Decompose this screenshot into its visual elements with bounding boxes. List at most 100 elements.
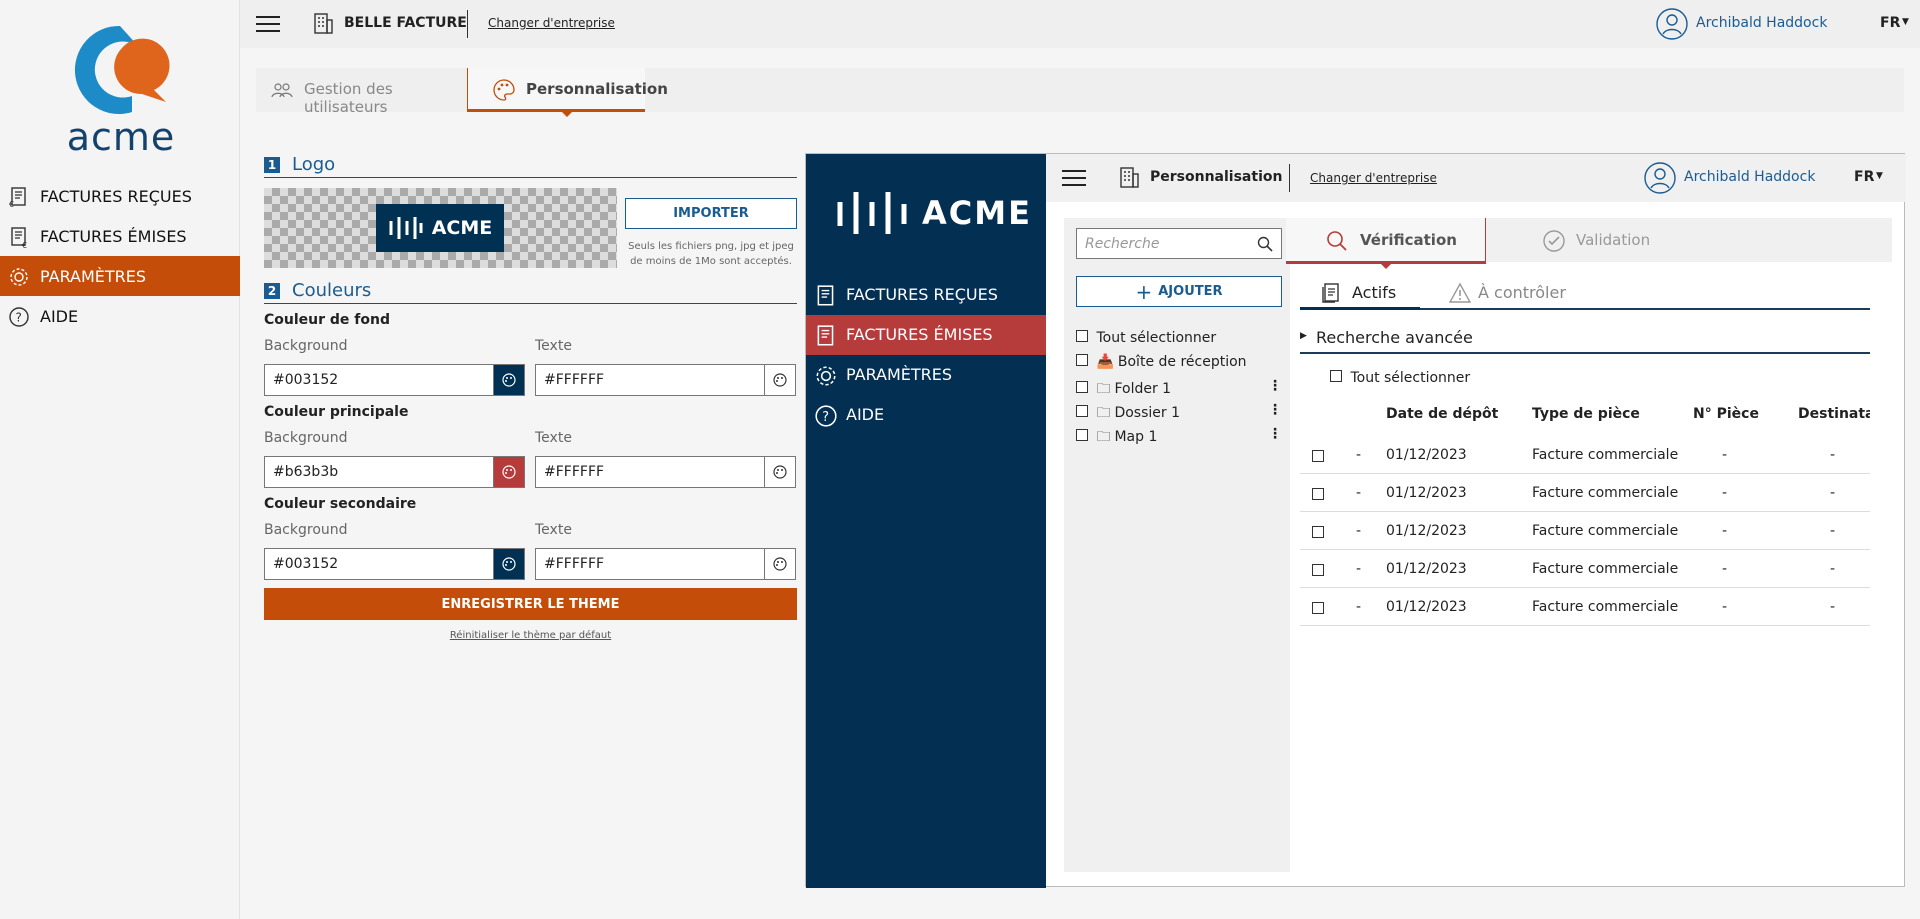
checkbox[interactable]	[1312, 564, 1324, 576]
table-cell: -	[1830, 485, 1836, 501]
preview-nav-factures-emises[interactable]: FACTURES ÉMISES	[806, 315, 1046, 355]
reset-theme-link[interactable]: Réinitialiser le thème par défaut	[264, 630, 797, 641]
sidebar-item-parametres[interactable]: PARAMÈTRES	[0, 256, 240, 296]
text-color-input[interactable]: #FFFFFF	[535, 456, 765, 488]
table-row[interactable]: - 01/12/2023 Facture commerciale - -	[1300, 588, 1870, 626]
checkbox[interactable]	[1076, 429, 1088, 441]
tab-personnalisation[interactable]: Personnalisation	[467, 68, 668, 112]
column-header[interactable]: Type de pièce	[1532, 406, 1640, 422]
table-cell: -	[1356, 523, 1362, 539]
user-avatar-icon[interactable]	[1644, 162, 1676, 194]
more-options-icon[interactable]: ⋮	[1268, 426, 1282, 442]
text-label: Texte	[535, 430, 572, 446]
background-color-input[interactable]: #b63b3b	[264, 456, 494, 488]
tab-validation[interactable]: Validation	[1496, 218, 1696, 262]
text-color-input[interactable]: #FFFFFF	[535, 548, 765, 580]
background-color-input[interactable]: #003152	[264, 364, 494, 396]
hamburger-menu-icon[interactable]	[256, 15, 280, 33]
theme-preview: ACME FACTURES REÇUES FACTURES ÉMISES PAR…	[805, 153, 1906, 888]
user-name[interactable]: Archibald Haddock	[1696, 15, 1827, 31]
checkbox[interactable]	[1330, 370, 1342, 382]
color-picker-button[interactable]	[764, 364, 796, 396]
sidebar-item-label: AIDE	[40, 307, 79, 326]
column-header[interactable]: Destinatai	[1798, 406, 1870, 422]
hamburger-menu-icon[interactable]	[1062, 169, 1086, 187]
checkbox[interactable]	[1312, 450, 1324, 462]
preview-nav-label: FACTURES REÇUES	[846, 285, 998, 304]
checkbox[interactable]	[1076, 405, 1088, 417]
change-company-link[interactable]: Changer d'entreprise	[488, 16, 615, 30]
add-button[interactable]: + AJOUTER	[1076, 276, 1282, 307]
search-placeholder: Recherche	[1085, 236, 1160, 252]
tree-item-folder[interactable]: 🗀 Dossier 1 ⋮	[1076, 402, 1282, 426]
checkbox[interactable]	[1076, 354, 1088, 366]
language-selector[interactable]: FR	[1880, 15, 1900, 31]
preview-nav-factures-recues[interactable]: FACTURES REÇUES	[806, 275, 1046, 315]
sidebar-item-factures-emises[interactable]: € FACTURES ÉMISES	[0, 216, 240, 256]
column-header[interactable]: N° Pièce	[1693, 406, 1759, 422]
tab-actifs[interactable]: Actifs	[1300, 280, 1420, 310]
search-icon[interactable]	[1257, 236, 1273, 252]
table-select-all[interactable]: Tout sélectionner	[1330, 370, 1470, 386]
sidebar-item-label: PARAMÈTRES	[40, 267, 147, 286]
tree-item-folder[interactable]: 🗀 Folder 1 ⋮	[1076, 378, 1282, 402]
tree-item-inbox[interactable]: 📥 Boîte de réception	[1076, 354, 1247, 370]
chevron-down-icon[interactable]: ▼	[1902, 17, 1909, 27]
logo-preview: ACME	[264, 188, 617, 268]
text-label: Texte	[535, 338, 572, 354]
invoice-received-icon	[817, 285, 834, 306]
active-tab-indicator	[562, 112, 572, 117]
checkbox[interactable]	[1312, 526, 1324, 538]
folder-panel: Recherche + AJOUTER Tout sélectionner 📥 B…	[1064, 218, 1290, 872]
preview-nav-aide[interactable]: ? AIDE	[806, 395, 1046, 435]
save-theme-button[interactable]: ENREGISTRER LE THEME	[264, 588, 797, 620]
tab-verification[interactable]: Vérification	[1286, 218, 1486, 264]
palette-icon	[502, 373, 516, 387]
palette-icon	[773, 465, 787, 479]
preview-logo: ACME	[836, 188, 1032, 238]
change-company-link[interactable]: Changer d'entreprise	[1310, 171, 1437, 185]
checkbox[interactable]	[1312, 602, 1324, 614]
advanced-search-toggle[interactable]: ▶ Recherche avancée	[1300, 326, 1870, 354]
table-cell: -	[1722, 485, 1728, 501]
add-button-label: AJOUTER	[1158, 284, 1223, 299]
preview-nav-parametres[interactable]: PARAMÈTRES	[806, 355, 1046, 395]
tab-gestion-utilisateurs[interactable]: Gestion des utilisateurs	[256, 68, 467, 116]
tree-select-all[interactable]: Tout sélectionner	[1076, 330, 1216, 346]
acme-logo: acme	[62, 22, 180, 159]
color-picker-button[interactable]	[764, 548, 796, 580]
color-picker-button[interactable]	[493, 364, 525, 396]
more-options-icon[interactable]: ⋮	[1268, 402, 1282, 418]
background-color-input[interactable]: #003152	[264, 548, 494, 580]
table-row[interactable]: - 01/12/2023 Facture commerciale - -	[1300, 436, 1870, 474]
chevron-down-icon[interactable]: ▼	[1876, 171, 1883, 181]
tab-label: Personnalisation	[526, 80, 668, 98]
user-avatar-icon[interactable]	[1656, 8, 1688, 40]
column-header[interactable]: Date de dépôt	[1386, 406, 1498, 422]
table-row[interactable]: - 01/12/2023 Facture commerciale - -	[1300, 474, 1870, 512]
checkbox[interactable]	[1076, 381, 1088, 393]
more-options-icon[interactable]: ⋮	[1268, 378, 1282, 394]
sidebar-item-factures-recues[interactable]: € FACTURES REÇUES	[0, 176, 240, 216]
preview-logo-text: ACME	[922, 194, 1032, 232]
table-row[interactable]: - 01/12/2023 Facture commerciale - -	[1300, 550, 1870, 588]
language-selector[interactable]: FR	[1854, 169, 1874, 185]
tree-select-all-label: Tout sélectionner	[1096, 330, 1217, 346]
tab-a-controler[interactable]: À contrôler	[1446, 280, 1596, 310]
checkbox[interactable]	[1312, 488, 1324, 500]
search-input[interactable]: Recherche	[1076, 228, 1282, 259]
tab-label: Actifs	[1352, 283, 1397, 302]
table-row[interactable]: - 01/12/2023 Facture commerciale - -	[1300, 512, 1870, 550]
sidebar-item-aide[interactable]: ? AIDE	[0, 296, 240, 336]
checkbox[interactable]	[1076, 330, 1088, 342]
company-name: BELLE FACTURE	[344, 15, 467, 31]
text-color-input[interactable]: #FFFFFF	[535, 364, 765, 396]
color-picker-button[interactable]	[493, 548, 525, 580]
tab-label: Validation	[1576, 231, 1651, 249]
user-name[interactable]: Archibald Haddock	[1684, 169, 1815, 185]
tree-item-folder[interactable]: 🗀 Map 1 ⋮	[1076, 426, 1282, 450]
color-picker-button[interactable]	[764, 456, 796, 488]
color-picker-button[interactable]	[493, 456, 525, 488]
import-button[interactable]: IMPORTER	[625, 198, 797, 229]
help-icon: ?	[9, 307, 29, 327]
